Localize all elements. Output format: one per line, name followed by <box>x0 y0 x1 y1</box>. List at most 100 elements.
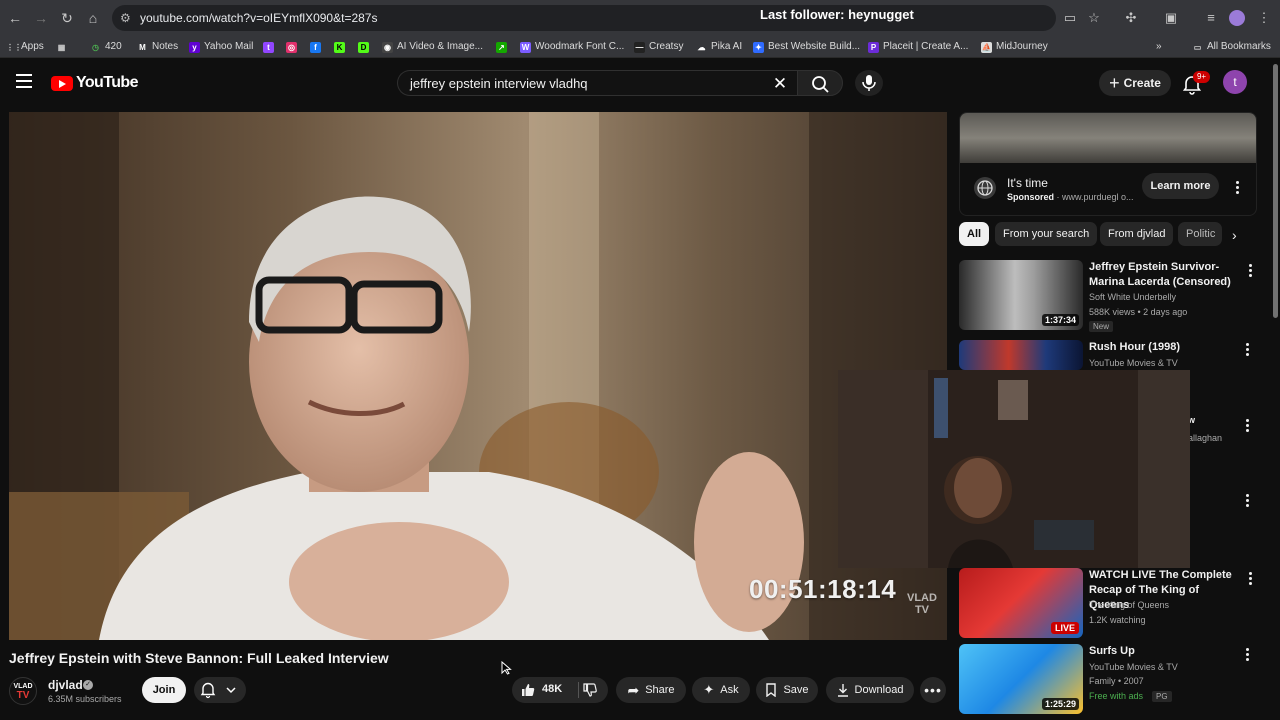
address-bar[interactable]: ⚙ youtube.com/watch?v=oIEYmflX090&t=287s <box>112 5 1056 31</box>
account-avatar[interactable]: t <box>1223 70 1247 94</box>
video-thumbnail[interactable]: 1:37:34 <box>959 260 1083 330</box>
cast-icon[interactable]: ▭ <box>1061 9 1079 27</box>
more-actions-button[interactable]: ••• <box>920 677 946 703</box>
clear-search-icon[interactable]: ✕ <box>770 74 790 94</box>
back-arrow-icon[interactable]: ← <box>6 9 24 27</box>
tab-search-icon[interactable]: ▣ <box>1162 9 1180 27</box>
sparkle-icon: ✦ <box>703 682 715 697</box>
video-thumbnail[interactable] <box>959 340 1083 370</box>
site-settings-icon[interactable]: ⚙ <box>120 10 136 26</box>
openai-icon: ◉ <box>382 41 393 53</box>
channel-name[interactable]: djvlad <box>48 678 83 692</box>
join-button[interactable]: Join <box>142 677 186 703</box>
ad-more-options-icon[interactable] <box>1236 181 1240 195</box>
chip-politics[interactable]: Politic <box>1178 222 1222 246</box>
recommendation-more-icon[interactable] <box>1246 648 1250 662</box>
page-scrollbar[interactable] <box>1273 64 1278 318</box>
bookmark-creatsy[interactable]: — Creatsy <box>634 39 683 55</box>
recommendation-channel[interactable]: YouTube Movies & TV <box>1089 662 1178 672</box>
chip-from-djvlad[interactable]: From djvlad <box>1100 222 1174 246</box>
search-button[interactable] <box>797 70 843 96</box>
recommendation-more-icon[interactable] <box>1249 572 1253 586</box>
reload-icon[interactable]: ↻ <box>58 9 76 27</box>
sponsored-ad-card[interactable]: It's time Sponsored · www.purduegl o... … <box>959 112 1257 216</box>
bookmark-upwork[interactable]: ↗ <box>496 39 511 55</box>
bookmark-notes[interactable]: M Notes <box>137 39 178 55</box>
recommendation-more-icon[interactable] <box>1246 343 1250 357</box>
bookmark-website-builder[interactable]: ✦ Best Website Build... <box>753 39 860 55</box>
recommendation-title[interactable]: Surfs Up <box>1089 644 1239 659</box>
recommendation-channel[interactable]: The King of Queens <box>1089 600 1169 610</box>
bookmark-pika[interactable]: ☁ Pika AI <box>696 39 743 55</box>
video-player[interactable]: 00:51:18:14 VLAD TV <box>9 112 947 640</box>
bookmark-ai-video[interactable]: ◉ AI Video & Image... <box>382 39 483 55</box>
bookmarks-overflow-chevron-icon[interactable]: » <box>1156 39 1162 55</box>
recommendation-title[interactable]: Rush Hour (1998) <box>1089 340 1239 355</box>
tab-groups-icon: ▦ <box>57 42 66 52</box>
chip-all[interactable]: All <box>959 222 990 246</box>
youtube-logo[interactable]: YouTube <box>51 74 138 92</box>
recommendation-item[interactable]: Rush Hour (1998) YouTube Movies & TV <box>959 340 1259 370</box>
bookmark-placeit[interactable]: P Placeit | Create A... <box>868 39 968 55</box>
video-thumbnail[interactable]: 1:25:29 <box>959 644 1083 714</box>
bookmark-d[interactable]: D <box>358 39 373 55</box>
recommendation-channel[interactable]: Soft White Underbelly <box>1089 292 1176 302</box>
media-controls-icon[interactable]: ≡ <box>1202 9 1220 27</box>
save-button[interactable]: Save <box>756 677 818 703</box>
bookmark-midjourney[interactable]: ⛵ MidJourney <box>981 39 1048 55</box>
like-button[interactable] <box>520 682 536 698</box>
browser-menu-icon[interactable]: ⋮ <box>1255 9 1273 27</box>
like-count[interactable]: 48K <box>542 683 562 695</box>
recommendation-more-icon[interactable] <box>1249 264 1253 278</box>
thumbs-down-icon <box>583 683 597 697</box>
chips-next-chevron-icon[interactable]: › <box>1232 228 1246 242</box>
home-icon[interactable]: ⌂ <box>84 9 102 27</box>
facebook-icon: f <box>310 41 321 53</box>
bookmark-tab-groups[interactable]: ▦ <box>56 39 71 55</box>
channel-avatar[interactable]: VLAD TV <box>9 677 37 705</box>
recommendation-item[interactable]: LIVE WATCH LIVE The Complete Recap of Th… <box>959 568 1259 638</box>
extensions-icon[interactable]: ✣ <box>1122 9 1140 27</box>
recommendation-more-icon[interactable] <box>1246 494 1250 508</box>
chip-from-your-search[interactable]: From your search <box>995 222 1098 246</box>
bookmark-instagram[interactable]: ◎ <box>286 39 301 55</box>
bookmark-apps[interactable]: ⋮⋮ Apps <box>6 39 44 55</box>
webcam-feed <box>838 370 1190 568</box>
bookmark-420[interactable]: ◷ 420 <box>90 39 122 55</box>
folder-icon: ▭ <box>1193 42 1202 52</box>
bookmark-woodmark[interactable]: W Woodmark Font C... <box>520 39 624 55</box>
recommendation-more-icon[interactable] <box>1246 419 1250 433</box>
browser-profile-avatar[interactable] <box>1229 10 1245 26</box>
video-thumbnail[interactable]: LIVE <box>959 568 1083 638</box>
voice-search-button[interactable] <box>855 70 883 96</box>
recommendation-title[interactable]: Jeffrey Epstein Survivor-Marina Lacerda … <box>1089 260 1239 290</box>
subscribed-notifications-button[interactable] <box>194 677 246 703</box>
bookmark-star-icon[interactable]: ☆ <box>1085 9 1103 27</box>
bookmark-label: Woodmark Font C... <box>535 41 625 52</box>
bookmark-kick[interactable]: K <box>334 39 349 55</box>
recommendation-item[interactable]: 1:37:34 Jeffrey Epstein Survivor-Marina … <box>959 260 1259 334</box>
address-url[interactable]: youtube.com/watch?v=oIEYmflX090&t=287s <box>140 11 377 25</box>
search-input[interactable]: jeffrey epstein interview vladhq ✕ <box>397 70 797 96</box>
search-query-text[interactable]: jeffrey epstein interview vladhq <box>410 76 588 91</box>
bookmark-yahoo-mail[interactable]: y Yahoo Mail <box>189 39 253 55</box>
download-button[interactable]: Download <box>826 677 914 703</box>
recommendation-item[interactable]: 1:25:29 Surfs Up YouTube Movies & TV Fam… <box>959 644 1259 714</box>
dislike-button[interactable] <box>582 682 598 698</box>
like-divider <box>578 682 579 698</box>
menu-hamburger-icon[interactable] <box>16 74 32 88</box>
bookmark-facebook[interactable]: f <box>310 39 325 55</box>
notes-icon: M <box>139 42 146 52</box>
upwork-icon: ↗ <box>496 41 507 53</box>
sponsored-label: Sponsored <box>1007 192 1055 202</box>
share-button[interactable]: ➦ Share <box>616 677 686 703</box>
bookmark-twitch[interactable]: t <box>263 39 278 55</box>
forward-arrow-icon[interactable]: → <box>32 9 50 27</box>
bookmark-label: Placeit | Create A... <box>883 41 969 52</box>
create-button[interactable]: + Create <box>1099 70 1171 96</box>
learn-more-button[interactable]: Learn more <box>1142 173 1219 199</box>
recommendation-channel[interactable]: YouTube Movies & TV <box>1089 358 1178 368</box>
recommendation-channel[interactable]: allaghan <box>1188 433 1222 443</box>
bookmark-all-bookmarks[interactable]: ▭ All Bookmarks <box>1192 39 1271 55</box>
ask-button[interactable]: ✦ Ask <box>692 677 750 703</box>
